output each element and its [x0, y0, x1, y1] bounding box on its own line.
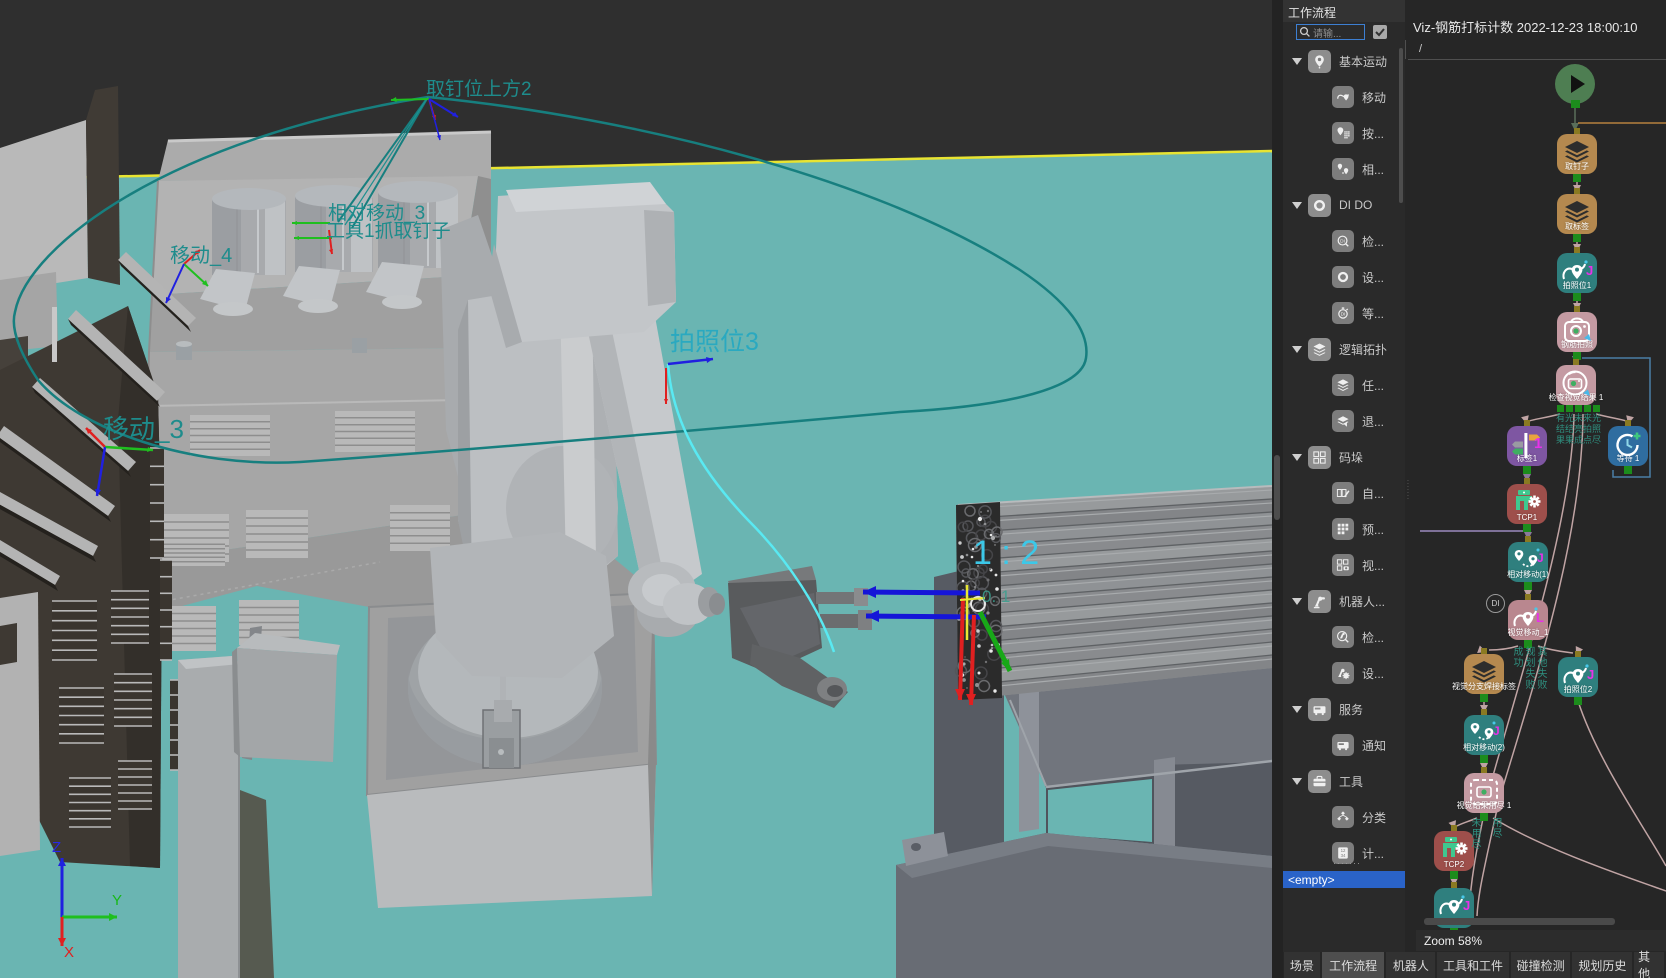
svg-text:L: L — [1536, 610, 1544, 625]
svg-text:DI: DI — [1341, 312, 1346, 318]
svg-text:Z: Z — [52, 839, 61, 856]
svg-text:DI: DI — [1340, 238, 1345, 244]
svg-text:Y: Y — [112, 892, 122, 909]
svg-text:X: X — [64, 944, 74, 961]
svg-text:J: J — [1587, 667, 1594, 682]
svg-text:J: J — [1463, 898, 1470, 913]
svg-text:J: J — [1493, 724, 1500, 738]
svg-text:1: 1 — [1534, 435, 1542, 452]
svg-text:J: J — [1586, 263, 1593, 278]
svg-text:J: J — [1537, 551, 1544, 565]
